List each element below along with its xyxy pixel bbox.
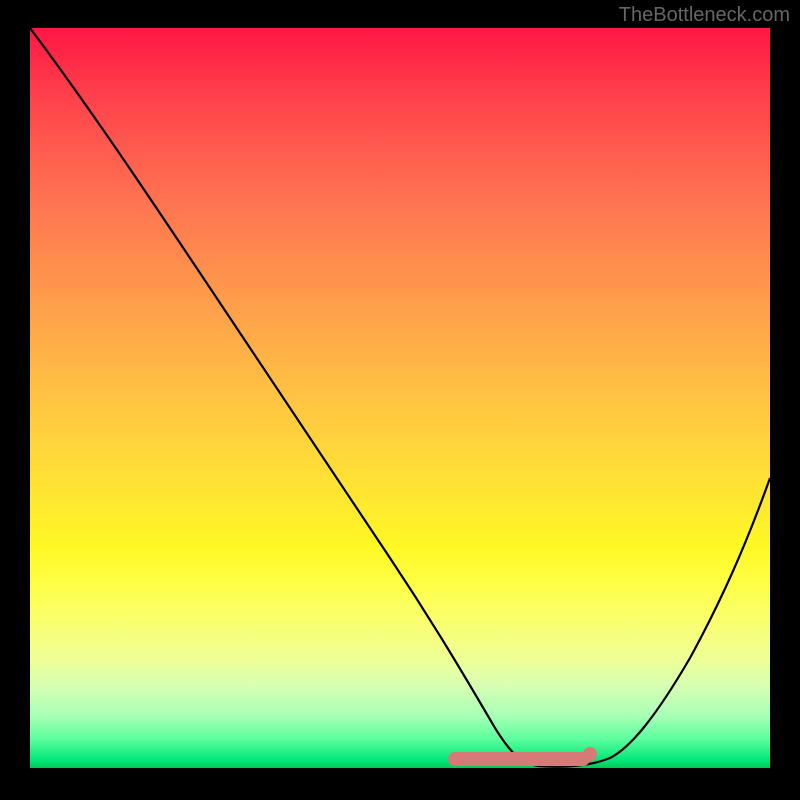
plot-area xyxy=(30,28,770,768)
curve-svg xyxy=(30,28,770,768)
optimal-range-band xyxy=(448,752,590,766)
optimal-range-end-dot xyxy=(583,747,597,761)
watermark-text: TheBottleneck.com xyxy=(619,4,790,27)
bottleneck-curve-path xyxy=(30,28,770,767)
